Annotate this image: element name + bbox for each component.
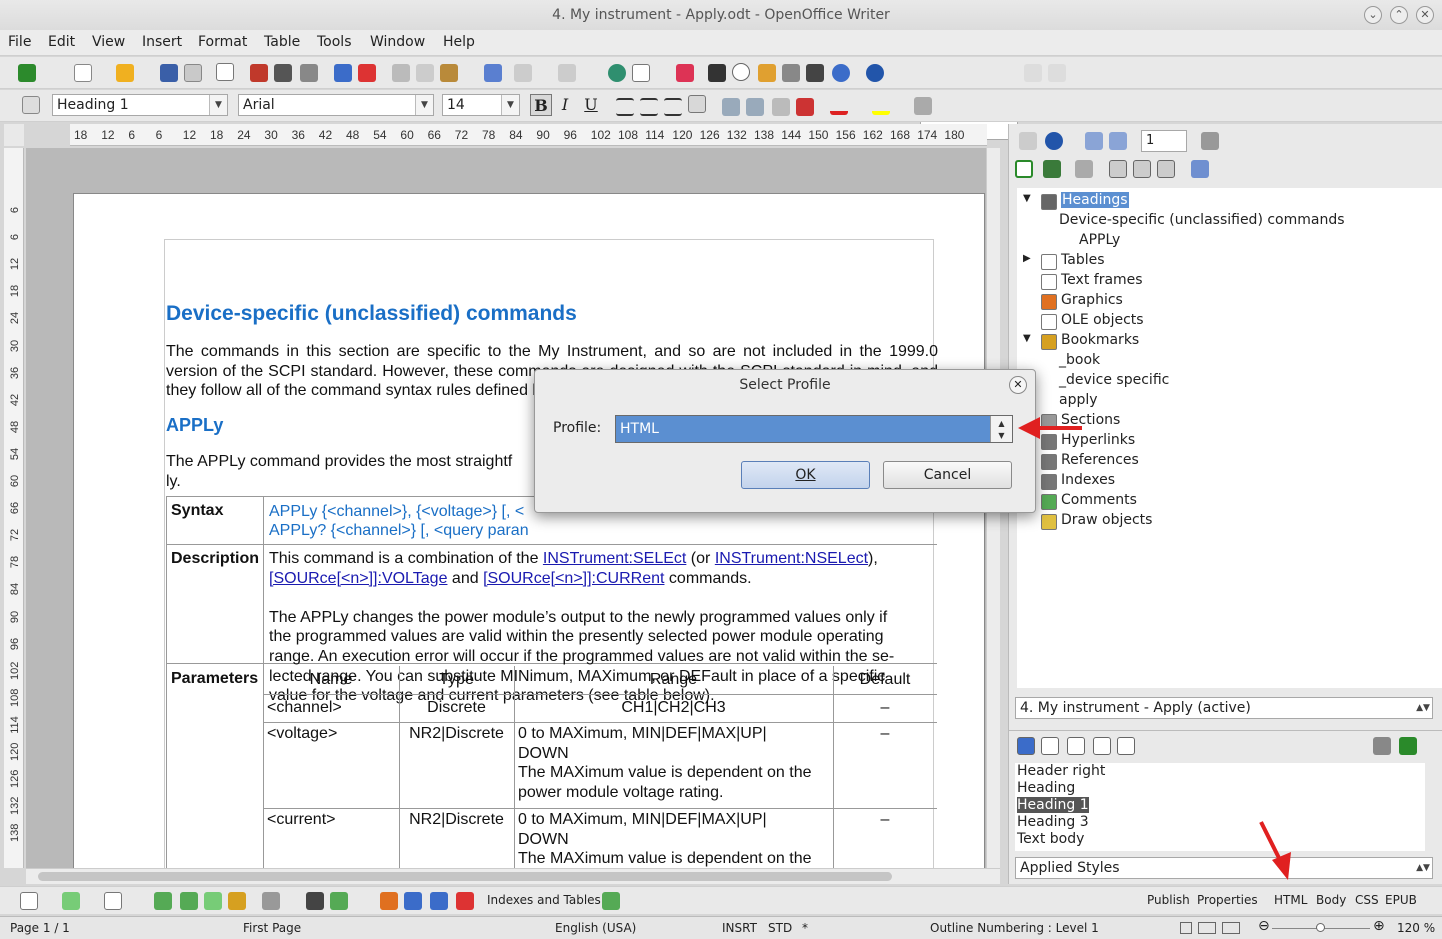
annotation-arrows [1018, 417, 1291, 880]
arrow-to-html-tab [1259, 821, 1291, 880]
arrow-to-profile [1018, 417, 1082, 439]
